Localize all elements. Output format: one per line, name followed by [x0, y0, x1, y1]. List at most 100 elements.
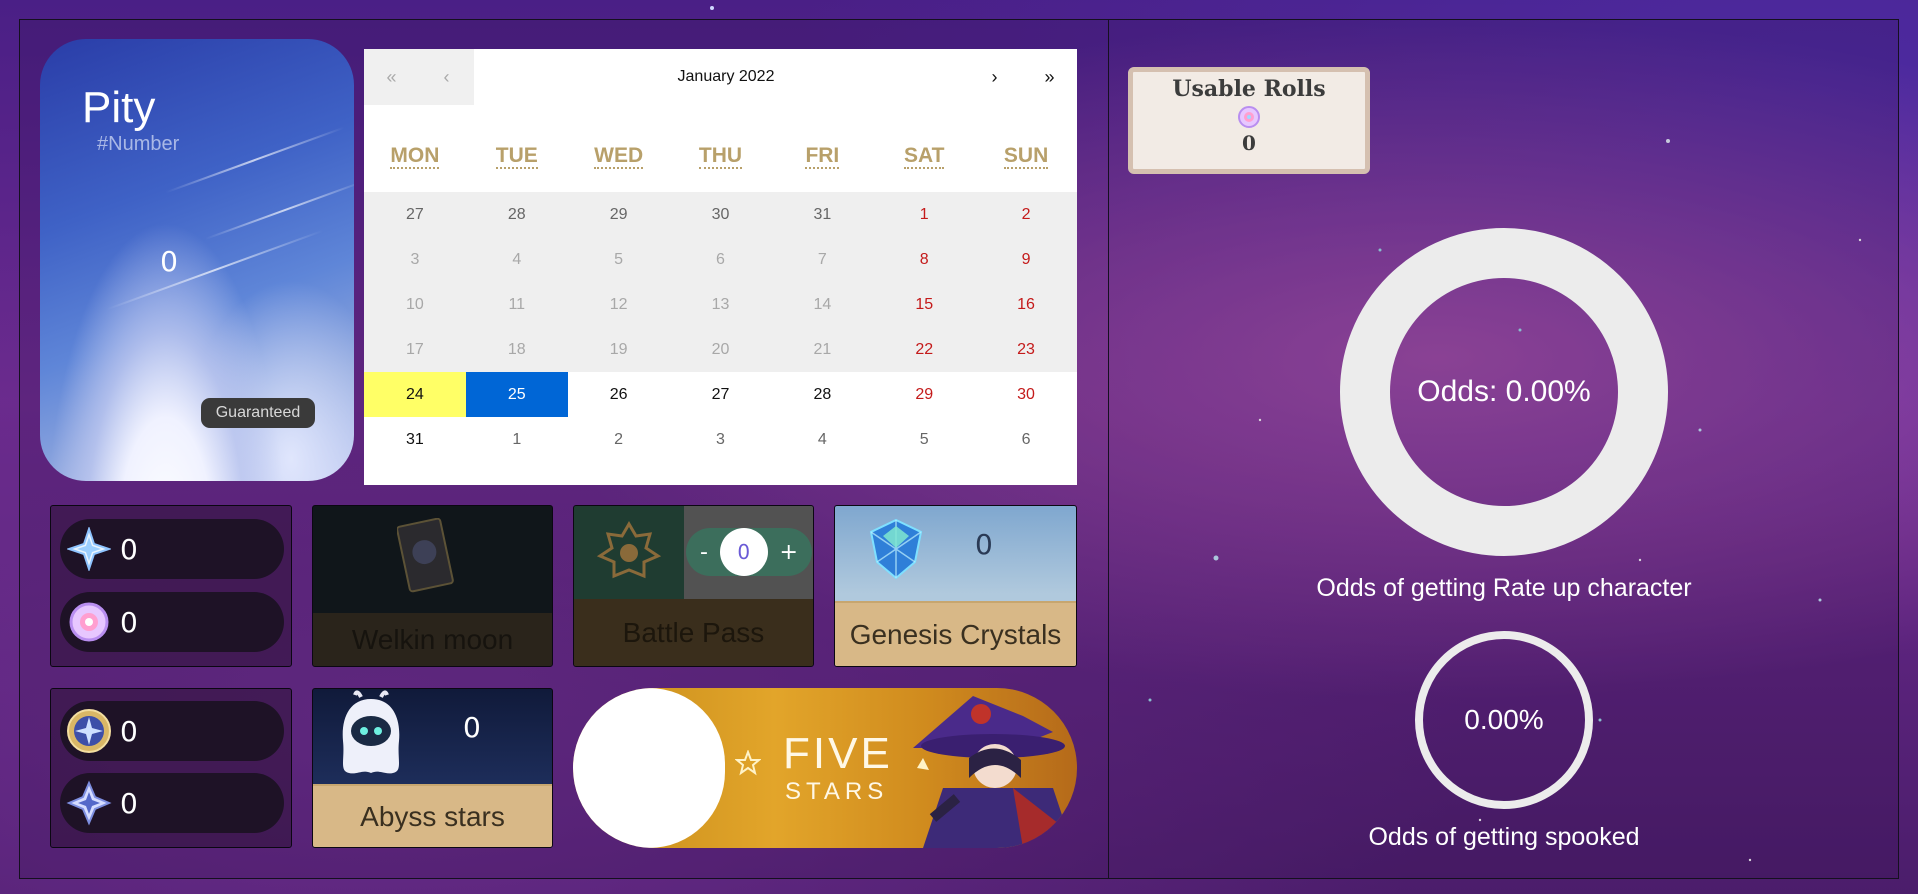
calendar-day[interactable]: 15 — [873, 282, 976, 327]
calendar-day[interactable]: 31 — [364, 417, 466, 462]
pity-subtitle: #Number — [97, 133, 180, 155]
prev-month-button[interactable]: ‹ — [419, 49, 474, 105]
battle-pass-emblem-bg — [574, 506, 684, 601]
calendar-day[interactable]: 27 — [364, 192, 466, 237]
calendar-day[interactable]: 17 — [364, 327, 466, 372]
calendar-day[interactable]: 19 — [567, 327, 670, 372]
calendar: « ‹ January 2022 › » MON TUE WED THU FRI… — [364, 49, 1077, 485]
calendar-day[interactable]: 24 — [364, 372, 466, 417]
calendar-day[interactable]: 5 — [873, 417, 975, 462]
calendar-day[interactable]: 13 — [669, 282, 772, 327]
weekday-label: WED — [594, 144, 644, 169]
battle-pass-emblem-icon — [596, 521, 662, 579]
stepper-plus-button[interactable]: + — [780, 540, 798, 565]
calendar-day[interactable]: 22 — [873, 327, 976, 372]
weekday-label: TUE — [495, 144, 538, 169]
calendar-day-grid: 27 28 29 30 31 1 2 3 4 5 6 7 8 9 10 11 12 13 14 15 16 17 18 19 2… — [364, 192, 1077, 462]
five-stars-subtitle: STARS — [785, 778, 889, 805]
calendar-day[interactable]: 31 — [771, 192, 874, 237]
calendar-day[interactable]: 16 — [975, 282, 1077, 327]
calendar-day[interactable]: 28 — [771, 372, 873, 417]
calendar-day[interactable]: 4 — [771, 417, 873, 462]
starglitter-pill: 0 — [60, 701, 284, 761]
intertwined-fate-icon — [1238, 106, 1260, 128]
guaranteed-badge[interactable]: Guaranteed — [201, 398, 315, 428]
calendar-day[interactable]: 30 — [669, 192, 772, 237]
calendar-day[interactable]: 14 — [771, 282, 874, 327]
prev-year-button[interactable]: « — [364, 49, 419, 105]
calendar-month-title[interactable]: January 2022 — [474, 49, 978, 105]
calendar-day[interactable]: 1 — [466, 417, 568, 462]
calendar-day[interactable]: 7 — [771, 237, 874, 282]
calendar-day[interactable]: 5 — [567, 237, 670, 282]
rate-up-odds-label: Odds: 0.00% — [1417, 375, 1591, 408]
intertwined-fate-count: 0 — [120, 605, 138, 639]
calendar-day[interactable]: 21 — [771, 327, 874, 372]
calendar-day[interactable]: 29 — [873, 372, 975, 417]
calendar-day[interactable]: 12 — [567, 282, 670, 327]
genesis-crystals-tile[interactable]: 0 Genesis Crystals — [834, 505, 1077, 667]
calendar-day[interactable]: 25 — [465, 372, 568, 417]
battle-pass-stepper: - 0 + — [686, 528, 812, 576]
genesis-crystals-label: Genesis Crystals — [835, 601, 1076, 666]
calendar-day[interactable]: 2 — [975, 192, 1077, 237]
usable-rolls-value: 0 — [1242, 131, 1256, 155]
calendar-day[interactable]: 28 — [465, 192, 568, 237]
next-month-button[interactable]: › — [967, 49, 1022, 105]
usable-rolls-card: Usable Rolls 0 — [1128, 67, 1370, 174]
calendar-day[interactable]: 3 — [364, 237, 466, 282]
calendar-day[interactable]: 9 — [975, 237, 1077, 282]
primogem-count: 0 — [120, 532, 138, 566]
calendar-day[interactable]: 20 — [669, 327, 772, 372]
genesis-crystals-value: 0 — [975, 528, 993, 561]
calendar-day[interactable]: 6 — [975, 417, 1077, 462]
abyss-stars-tile[interactable]: 0 Abyss stars — [312, 688, 553, 848]
stepper-minus-button[interactable]: - — [700, 540, 708, 565]
welkin-card-icon — [397, 518, 454, 593]
rate-up-odds-caption: Odds of getting Rate up character — [1316, 574, 1692, 602]
starglitter-count: 0 — [120, 714, 138, 748]
weekday-label: MON — [390, 144, 440, 169]
star-icon — [735, 750, 761, 776]
calendar-day[interactable]: 8 — [873, 237, 976, 282]
five-stars-banner[interactable]: FIVE STARS — [573, 688, 1077, 848]
calendar-day[interactable]: 4 — [465, 237, 568, 282]
calendar-day[interactable]: 18 — [465, 327, 568, 372]
calendar-day[interactable]: 11 — [465, 282, 568, 327]
calendar-day[interactable]: 3 — [670, 417, 772, 462]
next-year-button[interactable]: » — [1022, 49, 1077, 105]
primogem-pill: 0 — [60, 519, 284, 579]
battle-pass-label: Battle Pass — [574, 599, 813, 666]
weekday-label: FRI — [805, 144, 840, 169]
witch-character-art — [913, 696, 1077, 848]
stardust-icon — [66, 780, 112, 826]
usable-rolls-title: Usable Rolls — [1172, 76, 1326, 102]
calendar-day[interactable]: 23 — [975, 327, 1077, 372]
calendar-day[interactable]: 27 — [670, 372, 772, 417]
stardust-pill: 0 — [60, 773, 284, 833]
calendar-day[interactable]: 26 — [568, 372, 670, 417]
rate-up-odds-ring: Odds: 0.00% — [1340, 228, 1668, 556]
weekday-label: SUN — [1003, 144, 1049, 169]
calendar-day[interactable]: 30 — [975, 372, 1077, 417]
stardust-count: 0 — [120, 786, 138, 820]
wish-currency-box: 0 0 — [50, 505, 292, 667]
calendar-day[interactable]: 29 — [567, 192, 670, 237]
five-stars-toggle-circle[interactable] — [573, 688, 725, 848]
abyss-stars-value: 0 — [463, 711, 481, 744]
weekday-label: SAT — [903, 144, 945, 169]
five-stars-title: FIVE — [783, 729, 893, 778]
genesis-crystal-icon — [869, 518, 923, 580]
calendar-day[interactable]: 2 — [568, 417, 670, 462]
pity-card: Pity #Number 0 Guaranteed — [40, 39, 354, 481]
starglitter-icon — [66, 708, 112, 754]
calendar-day[interactable]: 1 — [873, 192, 976, 237]
welkin-moon-tile[interactable]: Welkin moon — [312, 505, 553, 667]
pity-value: 0 — [160, 245, 178, 278]
stepper-value-input[interactable]: 0 — [719, 528, 768, 576]
calendar-day[interactable]: 6 — [669, 237, 772, 282]
starglitter-box: 0 0 — [50, 688, 292, 848]
abyss-stars-label: Abyss stars — [313, 784, 552, 847]
calendar-weekdays: MON TUE WED THU FRI SAT SUN — [364, 144, 1077, 169]
calendar-day[interactable]: 10 — [364, 282, 466, 327]
